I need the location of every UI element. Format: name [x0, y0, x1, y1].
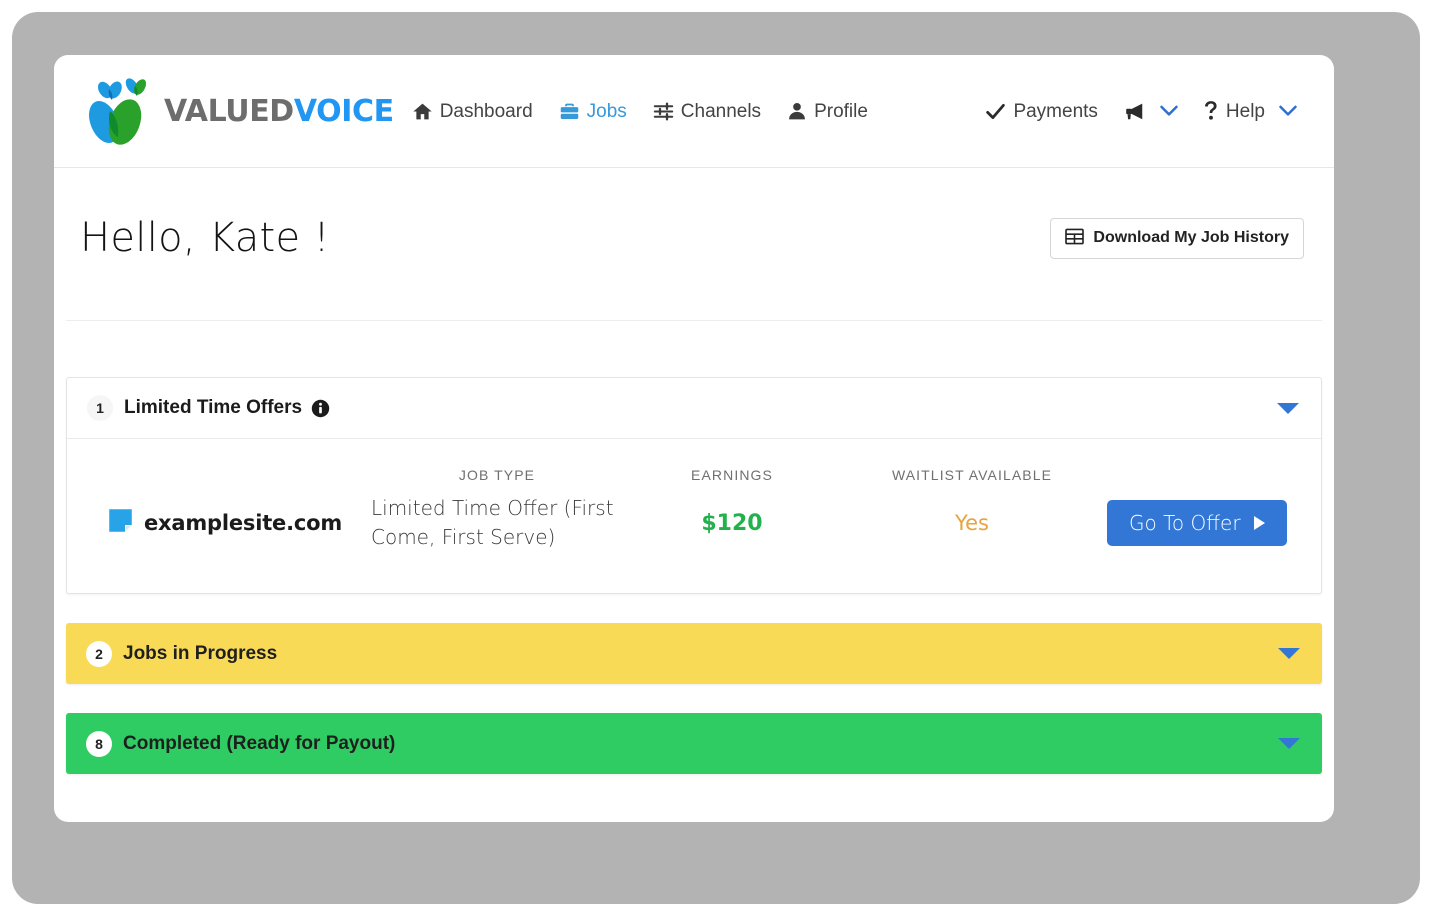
nav-item-payments[interactable]: Payments — [985, 100, 1098, 122]
nav-item-help[interactable]: Help — [1203, 100, 1298, 122]
nav-item-profile[interactable]: Profile — [787, 101, 868, 121]
nav-item-profile-label: Profile — [814, 100, 868, 122]
column-header-job-type: JOB TYPE — [458, 467, 536, 483]
column-header-waitlist-available: WAITLIST AVAILABLE — [891, 467, 1053, 483]
offer-job-type: Limited Time Offer (First Come, First Se… — [371, 496, 614, 549]
home-icon — [412, 101, 433, 122]
column-header-earnings: EARNINGS — [691, 467, 773, 483]
offers-table-header-row: JOB TYPE EARNINGS WAITLIST AVAILABLE — [67, 439, 1321, 483]
nav-item-jobs[interactable]: Jobs — [559, 101, 627, 122]
section-title-limited-time-offers: Limited Time Offers — [124, 397, 303, 418]
go-to-offer-button[interactable]: Go To Offer — [1107, 500, 1287, 546]
section-count-badge: 1 — [87, 395, 113, 421]
nav-item-channels[interactable]: Channels — [653, 101, 761, 122]
greeting-divider — [66, 320, 1322, 321]
sections-container: 1 Limited Time Offers JOB TYPE EARNINGS … — [54, 321, 1334, 774]
offer-site-cell: examplesite.com — [67, 507, 367, 539]
section-title-completed: Completed (Ready for Payout) — [123, 732, 396, 754]
screenshot-root: VALUEDVOICE Dashboard Jobs Channels Prof… — [0, 0, 1431, 919]
chevron-down-icon-limited-time-offers[interactable] — [1277, 402, 1299, 414]
offer-earnings: $120 — [701, 510, 763, 536]
check-icon — [985, 101, 1006, 122]
section-completed-ready-for-payout[interactable]: 8 Completed (Ready for Payout) — [66, 713, 1322, 774]
section-limited-time-offers: 1 Limited Time Offers JOB TYPE EARNINGS … — [66, 377, 1322, 594]
nav-item-dashboard-label: Dashboard — [439, 100, 533, 122]
go-to-offer-label: Go To Offer — [1129, 511, 1241, 535]
greeting-band: Hello, Kate ! Download My Job History — [54, 168, 1334, 321]
table-row: examplesite.com Limited Time Offer (Firs… — [67, 483, 1321, 593]
page-title: Hello, Kate ! — [80, 215, 330, 261]
section-count-badge-jobs-in-progress: 2 — [86, 640, 112, 667]
offer-action-cell: Go To Offer — [1107, 500, 1334, 546]
brand-name-part1: VALUED — [164, 93, 294, 129]
offer-waitlist-available: Yes — [955, 511, 989, 535]
chevron-down-icon-announcements[interactable] — [1159, 104, 1179, 118]
sliders-icon — [653, 101, 674, 122]
section-count-badge-completed: 8 — [86, 730, 112, 757]
column-header-action — [1107, 439, 1321, 467]
offers-table: JOB TYPE EARNINGS WAITLIST AVAILABLE exa… — [67, 439, 1321, 593]
briefcase-icon — [559, 101, 580, 122]
download-job-history-label: Download My Job History — [1093, 229, 1289, 246]
sticky-note-icon — [107, 507, 134, 539]
nav-item-jobs-label: Jobs — [586, 100, 627, 122]
table-grid-icon — [1065, 228, 1085, 249]
user-icon — [787, 101, 807, 121]
brand-wordmark: VALUEDVOICE — [164, 94, 394, 129]
valuedvoice-leaf-logo-icon — [89, 78, 147, 145]
section-title-jobs-in-progress: Jobs in Progress — [123, 642, 278, 664]
nav-item-announcements[interactable] — [1122, 100, 1179, 122]
offer-site-name[interactable]: examplesite.com — [144, 511, 342, 535]
primary-nav: Dashboard Jobs Channels Profile — [412, 101, 868, 122]
play-arrow-icon — [1253, 513, 1265, 533]
brand-logo[interactable]: VALUEDVOICE — [80, 75, 394, 147]
question-mark-icon — [1203, 100, 1219, 122]
section-header-limited-time-offers[interactable]: 1 Limited Time Offers — [67, 378, 1321, 439]
section-jobs-in-progress[interactable]: 2 Jobs in Progress — [66, 623, 1322, 684]
nav-item-payments-label: Payments — [1013, 100, 1098, 122]
secondary-nav: Payments Help — [985, 100, 1304, 122]
app-window: VALUEDVOICE Dashboard Jobs Channels Prof… — [54, 55, 1334, 822]
megaphone-icon — [1122, 100, 1146, 122]
download-job-history-button[interactable]: Download My Job History — [1050, 217, 1304, 259]
chevron-down-icon-completed[interactable] — [1278, 738, 1300, 749]
brand-name-part2: VOICE — [293, 93, 394, 129]
info-circle-icon[interactable] — [311, 399, 330, 418]
top-navigation-bar: VALUEDVOICE Dashboard Jobs Channels Prof… — [54, 55, 1334, 168]
nav-item-channels-label: Channels — [680, 100, 762, 122]
chevron-down-icon-help[interactable] — [1278, 104, 1298, 118]
chevron-down-icon-jobs-in-progress[interactable] — [1278, 648, 1300, 659]
nav-item-dashboard[interactable]: Dashboard — [412, 101, 533, 122]
nav-item-help-label: Help — [1225, 100, 1265, 122]
column-header-site — [67, 439, 367, 467]
